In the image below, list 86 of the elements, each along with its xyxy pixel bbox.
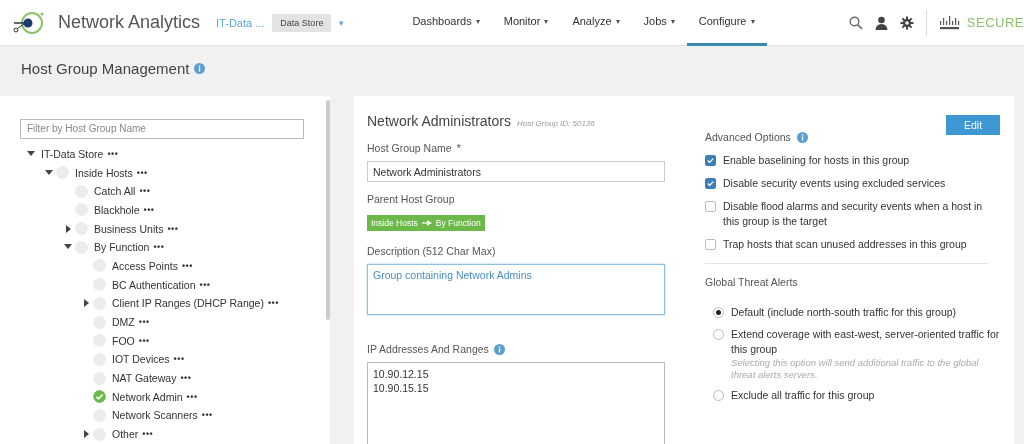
tree-item[interactable]: FOO <box>112 334 135 347</box>
info-icon <box>493 343 505 355</box>
more-menu[interactable]: ••• <box>138 335 150 346</box>
radio-button[interactable] <box>713 390 724 401</box>
option-label: Enable baselining for hosts in this group <box>723 153 910 168</box>
required-mark: * <box>456 142 461 154</box>
ip-addresses-field[interactable]: 10.90.12.15 10.90.15.15 <box>367 362 665 444</box>
field-label: Description (512 Char Max) <box>367 245 496 257</box>
checkbox[interactable] <box>705 201 716 212</box>
option-label: Disable flood alarms and security events when a host in this group is the target <box>723 199 984 229</box>
description-field[interactable]: Group containing Network Admins <box>367 264 665 315</box>
tree-item[interactable]: By Function <box>94 241 150 254</box>
option-label: Default (include north-south traffic for this group) <box>731 305 957 320</box>
more-menu[interactable]: ••• <box>153 242 165 253</box>
app-title: Network Analytics <box>58 12 201 33</box>
checkbox[interactable] <box>705 155 716 166</box>
logo-icon <box>12 9 46 36</box>
domain-tag: Data Store <box>272 13 332 32</box>
option-label: Extend coverage with east-west, server-oriented traffic for this group <box>731 327 1000 357</box>
section-title: Global Threat Alerts <box>705 276 799 288</box>
field-label: Parent Host Group <box>367 193 455 205</box>
tree-item[interactable]: Client IP Ranges (DHCP Range) <box>112 297 264 310</box>
expand-icon[interactable] <box>82 430 90 439</box>
option-note: Selecting this option will send additional traffic to the global threat alerts servers. <box>731 357 980 381</box>
more-menu[interactable]: ••• <box>199 279 211 290</box>
arrow-icon <box>421 220 432 226</box>
nav-menu[interactable]: Monitor ▾ <box>491 0 561 46</box>
tree-item[interactable]: NAT Gateway <box>112 372 177 385</box>
nav-menu[interactable]: Analyze ▾ <box>560 0 632 46</box>
page-title: Host Group Management <box>21 59 190 77</box>
tree-item[interactable]: Inside Hosts <box>75 166 133 179</box>
group-title: Network Administrators <box>367 113 511 129</box>
tree-item[interactable]: Other <box>112 428 139 441</box>
more-menu[interactable]: ••• <box>180 373 192 384</box>
tree-item[interactable]: Blackhole <box>94 203 140 216</box>
brand-name: SECURE <box>966 15 1024 30</box>
group-id: Host Group ID: 50136 <box>516 119 595 128</box>
search-icon[interactable] <box>848 15 863 30</box>
more-menu[interactable]: ••• <box>136 167 148 178</box>
radio-button[interactable] <box>713 329 724 340</box>
option-label: Trap hosts that scan unused addresses in this group <box>723 237 967 252</box>
tree-item[interactable]: DMZ <box>112 316 135 329</box>
tree-item[interactable]: Network Admin <box>112 390 183 403</box>
checkbox[interactable] <box>705 239 716 250</box>
expand-icon[interactable] <box>82 299 90 308</box>
nav-menu[interactable]: Configure ▾ <box>686 0 767 46</box>
more-menu[interactable]: ••• <box>142 429 154 440</box>
name-field[interactable]: Network Administrators <box>367 161 665 182</box>
info-icon <box>796 131 808 143</box>
section-title: Advanced Options <box>705 131 791 143</box>
more-menu[interactable]: ••• <box>167 223 179 234</box>
nav-menu[interactable]: Dashboards ▾ <box>400 0 492 46</box>
more-menu[interactable]: ••• <box>107 148 119 159</box>
collapse-icon[interactable] <box>45 168 53 177</box>
more-menu[interactable]: ••• <box>173 354 185 365</box>
field-label: Host Group Name <box>367 142 452 154</box>
radio-button[interactable] <box>713 307 724 318</box>
tree-item[interactable]: IOT Devices <box>112 353 170 366</box>
scrollbar[interactable] <box>326 100 330 320</box>
more-menu[interactable]: ••• <box>201 410 213 421</box>
more-menu[interactable]: ••• <box>138 317 150 328</box>
tree-item[interactable]: Access Points <box>112 259 178 272</box>
more-menu[interactable]: ••• <box>139 186 151 197</box>
tree-item[interactable]: Business Units <box>94 222 164 235</box>
more-menu[interactable]: ••• <box>143 204 155 215</box>
more-menu[interactable]: ••• <box>267 298 279 309</box>
tree-item[interactable]: Network Scanners <box>112 409 198 422</box>
field-label: IP Addresses And Ranges <box>367 343 489 355</box>
option-label: Disable security events using excluded services <box>723 176 946 191</box>
path-label: By Function <box>435 218 481 228</box>
tree-item[interactable]: Catch All <box>94 185 136 198</box>
user-icon[interactable] <box>874 15 888 30</box>
tree-item[interactable]: BC Authentication <box>112 278 196 291</box>
collapse-icon[interactable] <box>27 149 35 158</box>
filter-field[interactable]: Filter by Host Group Name <box>20 118 304 139</box>
path-label: Inside Hosts <box>371 218 418 228</box>
expand-icon[interactable] <box>64 224 72 233</box>
more-menu[interactable]: ••• <box>181 260 193 271</box>
bars-logo-icon <box>938 15 961 30</box>
nav-menu[interactable]: Jobs ▾ <box>631 0 687 46</box>
checkbox[interactable] <box>705 178 716 189</box>
settings-icon[interactable] <box>899 15 914 30</box>
more-menu[interactable]: ••• <box>186 391 198 402</box>
info-icon <box>194 62 206 74</box>
option-label: Exclude all traffic for this group <box>731 388 875 403</box>
tree-item[interactable]: IT-Data Store <box>41 147 104 160</box>
